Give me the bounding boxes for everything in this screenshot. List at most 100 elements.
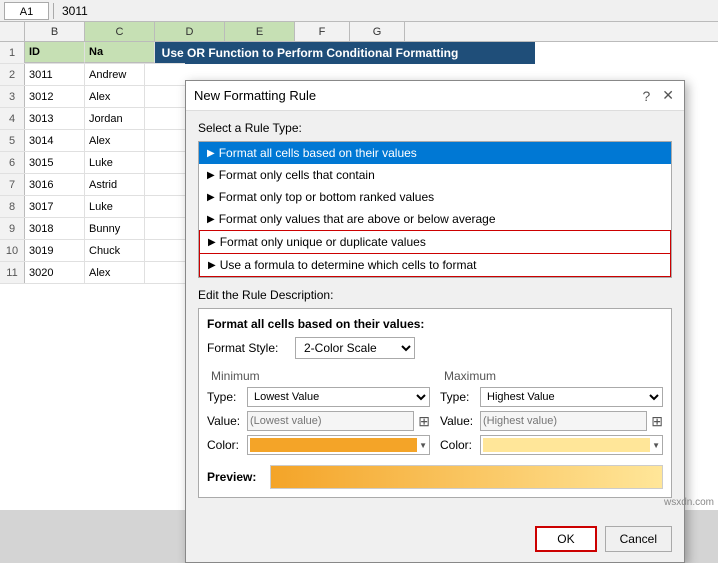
maximum-type-select[interactable]: Highest Value	[480, 387, 663, 407]
rule-item-unique-duplicate[interactable]: ▶ Format only unique or duplicate values	[199, 230, 671, 254]
rule-item-only-cells[interactable]: ▶ Format only cells that contain	[199, 164, 671, 186]
watermark: wsxdn.com	[664, 497, 714, 508]
color-label: Color:	[207, 438, 243, 452]
color-field-row: Color: ▼	[440, 435, 663, 455]
maximum-value-input[interactable]	[480, 411, 647, 431]
rule-item-top-bottom[interactable]: ▶ Format only top or bottom ranked value…	[199, 186, 671, 208]
format-all-label: Format all cells based on their values:	[207, 317, 663, 331]
preview-row: Preview:	[207, 465, 663, 489]
col-header-rownum	[0, 22, 25, 41]
cell-b1[interactable]: ID	[25, 42, 85, 63]
cell-id[interactable]: 3014	[25, 130, 85, 151]
rule-item-above-below[interactable]: ▶ Format only values that are above or b…	[199, 208, 671, 230]
row-num: 2	[0, 64, 25, 85]
table-row: 10 3019 Chuck	[0, 240, 185, 262]
formula-separator	[53, 3, 54, 19]
col-header-e[interactable]: E	[225, 22, 295, 41]
cell-id[interactable]: 3016	[25, 174, 85, 195]
rule-item-all-cells[interactable]: ▶ Format all cells based on their values	[199, 142, 671, 164]
dialog-buttons: OK Cancel	[186, 518, 684, 562]
yellow-swatch	[483, 438, 650, 452]
cell-name[interactable]: Andrew	[85, 64, 145, 85]
cell-id[interactable]: 3015	[25, 152, 85, 173]
cell-id[interactable]: 3011	[25, 64, 85, 85]
cell-id[interactable]: 3013	[25, 108, 85, 129]
dialog-title-bar: New Formatting Rule ? ✕	[186, 81, 684, 111]
cell-id[interactable]: 3012	[25, 86, 85, 107]
format-style-select[interactable]: 2-Color Scale	[295, 337, 415, 359]
cell-name[interactable]: Astrid	[85, 174, 145, 195]
rule-item-label: Use a formula to determine which cells t…	[220, 258, 477, 272]
dialog-close-button[interactable]: ✕	[660, 87, 676, 104]
grid-header-row: 1 ID Na	[0, 42, 185, 64]
minimum-header: Minimum	[207, 369, 430, 383]
rule-item-label: Format only top or bottom ranked values	[219, 190, 434, 204]
rule-arrow-icon: ▶	[207, 148, 215, 159]
cell-name[interactable]: Chuck	[85, 240, 145, 261]
minimum-picker-icon[interactable]: ⊞	[418, 413, 430, 430]
dropdown-arrow-icon: ▼	[652, 441, 660, 450]
format-style-row: Format Style: 2-Color Scale	[207, 337, 663, 359]
type-label: Type:	[440, 390, 476, 404]
cell-name[interactable]: Alex	[85, 262, 145, 283]
cell-c1[interactable]: Na	[85, 42, 155, 63]
minimum-color-select[interactable]: ▼	[247, 435, 430, 455]
dialog-help-button[interactable]: ?	[640, 88, 652, 104]
maximum-column: Maximum Type: Highest Value Value: ⊞ Col…	[440, 369, 663, 459]
type-field-row: Type: Highest Value	[440, 387, 663, 407]
row-num: 3	[0, 86, 25, 107]
row-num: 5	[0, 130, 25, 151]
title-banner-text: Use OR Function to Perform Conditional F…	[162, 46, 459, 60]
value-field-row: Value: ⊞	[440, 411, 663, 431]
minimum-value-input[interactable]	[247, 411, 414, 431]
maximum-picker-icon[interactable]: ⊞	[651, 413, 663, 430]
maximum-color-select[interactable]: ▼	[480, 435, 663, 455]
col-header-f[interactable]: F	[295, 22, 350, 41]
value-field-row: Value: ⊞	[207, 411, 430, 431]
col-header-g[interactable]: G	[350, 22, 405, 41]
dialog-title: New Formatting Rule	[194, 88, 316, 103]
min-max-row: Minimum Type: Lowest Value Value: ⊞ Colo…	[207, 369, 663, 459]
table-row: 11 3020 Alex	[0, 262, 185, 284]
dialog-title-controls: ? ✕	[640, 87, 676, 104]
cell-id[interactable]: 3017	[25, 196, 85, 217]
format-style-label: Format Style:	[207, 341, 287, 355]
rule-item-formula[interactable]: ▶ Use a formula to determine which cells…	[199, 253, 671, 277]
cell-id[interactable]: 3019	[25, 240, 85, 261]
spreadsheet-grid: 1 ID Na 2 3011 Andrew 3 3012 Alex 4 3013…	[0, 42, 185, 284]
cell-name[interactable]: Bunny	[85, 218, 145, 239]
rule-arrow-icon: ▶	[207, 192, 215, 203]
rule-item-label: Format only unique or duplicate values	[220, 235, 426, 249]
dropdown-arrow-icon: ▼	[419, 441, 427, 450]
cancel-button[interactable]: Cancel	[605, 526, 672, 552]
minimum-type-select[interactable]: Lowest Value	[247, 387, 430, 407]
new-formatting-rule-dialog: New Formatting Rule ? ✕ Select a Rule Ty…	[185, 80, 685, 563]
cell-reference[interactable]: A1	[4, 2, 49, 20]
ok-button[interactable]: OK	[535, 526, 596, 552]
col-header-b[interactable]: B	[25, 22, 85, 41]
formula-value: 3011	[58, 4, 88, 18]
row-num: 4	[0, 108, 25, 129]
table-row: 6 3015 Luke	[0, 152, 185, 174]
col-header-c[interactable]: C	[85, 22, 155, 41]
rule-type-list[interactable]: ▶ Format all cells based on their values…	[198, 141, 672, 278]
cell-id[interactable]: 3018	[25, 218, 85, 239]
row-num: 8	[0, 196, 25, 217]
orange-swatch	[250, 438, 417, 452]
cell-name[interactable]: Alex	[85, 86, 145, 107]
color-label: Color:	[440, 438, 476, 452]
maximum-header: Maximum	[440, 369, 663, 383]
formula-bar: A1 3011	[0, 0, 718, 22]
cell-name[interactable]: Luke	[85, 152, 145, 173]
type-label: Type:	[207, 390, 243, 404]
row-num: 10	[0, 240, 25, 261]
minimum-column: Minimum Type: Lowest Value Value: ⊞ Colo…	[207, 369, 430, 459]
col-header-d[interactable]: D	[155, 22, 225, 41]
cell-id[interactable]: 3020	[25, 262, 85, 283]
cell-name[interactable]: Jordan	[85, 108, 145, 129]
dialog-body: Select a Rule Type: ▶ Format all cells b…	[186, 111, 684, 518]
table-row: 3 3012 Alex	[0, 86, 185, 108]
cell-name[interactable]: Alex	[85, 130, 145, 151]
cell-name[interactable]: Luke	[85, 196, 145, 217]
table-row: 7 3016 Astrid	[0, 174, 185, 196]
